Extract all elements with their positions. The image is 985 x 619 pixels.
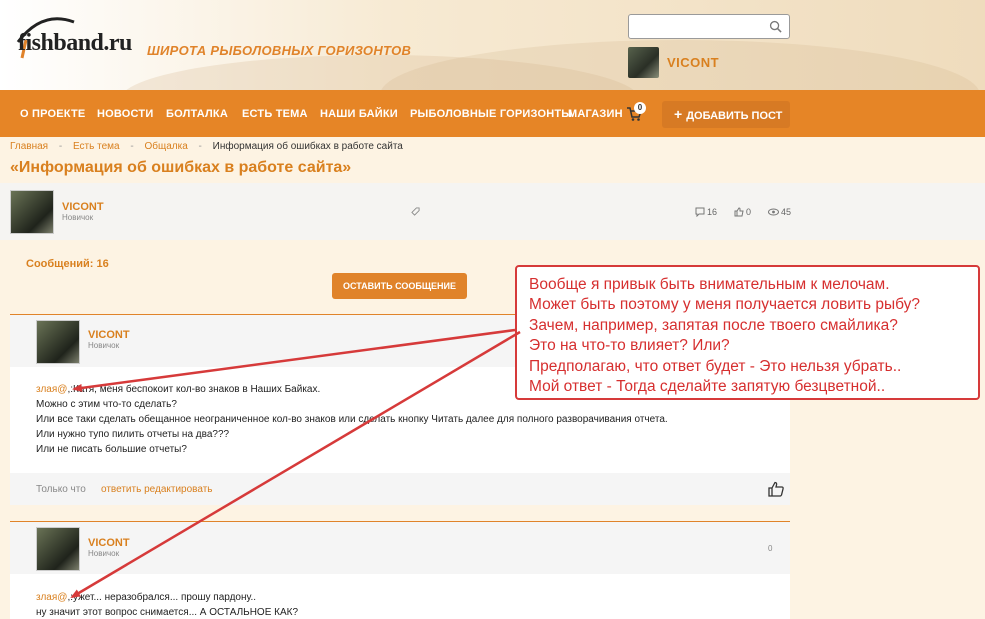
breadcrumb-chat[interactable]: Общалка (144, 141, 187, 152)
post-like-count: 0 (768, 544, 773, 553)
add-post-button[interactable]: + ДОБАВИТЬ ПОСТ (662, 101, 790, 128)
annotation-line: Может быть поэтому у меня получается лов… (529, 296, 921, 314)
messages-count: Сообщений: 16 (26, 258, 109, 270)
user-mention[interactable]: злая@ (36, 384, 67, 395)
nav-item-chat[interactable]: БОЛТАЛКА (166, 108, 228, 120)
post-author-avatar[interactable] (36, 527, 80, 571)
add-post-label: ДОБАВИТЬ ПОСТ (686, 110, 783, 122)
nav-item-news[interactable]: НОВОСТИ (97, 108, 153, 120)
search-icon[interactable] (769, 20, 782, 33)
user-mention[interactable]: злая@ (36, 592, 67, 603)
likes-count: 0 (746, 207, 752, 217)
breadcrumb-current: Информация об ошибках в работе сайта (212, 141, 403, 152)
topic-author-avatar[interactable] (10, 190, 54, 234)
thumbs-up-icon (734, 207, 744, 217)
main-nav: О ПРОЕКТЕ НОВОСТИ БОЛТАЛКА ЕСТЬ ТЕМА НАШ… (0, 90, 985, 137)
search-input[interactable] (628, 14, 790, 39)
post-author-role: Новичок (88, 549, 120, 558)
post-author-avatar[interactable] (36, 320, 80, 364)
breadcrumb-separator: - (130, 141, 134, 152)
annotation-line: Вообще я привык быть внимательным к мело… (529, 276, 890, 293)
post-author-role: Новичок (88, 341, 120, 350)
tag-icon[interactable] (411, 207, 420, 216)
topic-author-bar (0, 183, 985, 240)
post-author-name[interactable]: VICONT (88, 537, 130, 549)
page-title: «Информация об ошибках в работе сайта» (10, 159, 352, 176)
plus-icon: + (674, 106, 683, 122)
views-count: 45 (781, 207, 792, 217)
breadcrumb: Главная - Есть тема - Общалка - Информац… (10, 141, 411, 152)
nav-item-shop[interactable]: МАГАЗИН (568, 108, 623, 120)
comments-count: 16 (707, 207, 718, 217)
breadcrumb-home[interactable]: Главная (10, 141, 48, 152)
annotation-line: Это на что-то влияет? Или? (529, 337, 730, 355)
user-avatar[interactable] (628, 47, 659, 78)
post-line: Или все таки сделать обещанное неогранич… (36, 414, 668, 425)
eye-icon (768, 208, 779, 216)
breadcrumb-topic[interactable]: Есть тема (73, 141, 120, 152)
post-actions: ответить редактировать (101, 484, 213, 495)
nav-item-horizons[interactable]: РЫБОЛОВНЫЕ ГОРИЗОНТЫ (410, 108, 572, 120)
post-line: ну значит этот вопрос снимается... А ОСТ… (36, 607, 299, 618)
nav-item-topic[interactable]: ЕСТЬ ТЕМА (242, 108, 308, 120)
comment-icon (695, 207, 705, 218)
post-item: VICONT Новичок 0 злая@,:ужет... неразобр… (10, 521, 790, 619)
comments-stat: 16 (695, 207, 718, 218)
post-body: злая@,:ужет... неразобрался... прошу пар… (36, 590, 298, 619)
annotation-line: Зачем, например, запятая после твоего см… (529, 316, 898, 334)
reply-link[interactable]: ответить (101, 484, 141, 495)
post-line: Или нужно тупо пилить отчеты на два??? (36, 429, 230, 440)
post-author-name[interactable]: VICONT (88, 329, 130, 341)
post-line: злая@,:ужет... неразобрался... прошу пар… (36, 592, 257, 603)
likes-stat: 0 (734, 207, 751, 217)
site-tagline: ШИРОТА РЫБОЛОВНЫХ ГОРИЗОНТОВ (147, 43, 412, 58)
annotation-callout: Вообще я привык быть внимательным к мело… (515, 265, 980, 400)
cart-count-badge: 0 (634, 102, 646, 114)
post-time: Только что (36, 484, 86, 495)
thumbs-up-icon[interactable] (768, 481, 784, 497)
post-line: Или не писать большие отчеты? (36, 444, 187, 455)
logo-text[interactable]: fishband.ru (18, 30, 132, 57)
post-footer: Только что ответить редактировать (10, 473, 790, 505)
edit-link[interactable]: редактировать (144, 484, 212, 495)
breadcrumb-separator: - (198, 141, 202, 152)
annotation-line: Предполагаю, что ответ будет - Это нельз… (529, 357, 902, 375)
views-stat: 45 (768, 207, 791, 217)
breadcrumb-separator: - (58, 141, 63, 152)
nav-item-stories[interactable]: НАШИ БАЙКИ (320, 108, 398, 120)
nav-item-about[interactable]: О ПРОЕКТЕ (20, 108, 85, 120)
topic-author-role: Новичок (62, 213, 94, 222)
annotation-line: Мой ответ - Тогда сделайте запятую безцв… (529, 378, 886, 396)
site-header: fishband.ru ШИРОТА РЫБОЛОВНЫХ ГОРИЗОНТОВ (0, 0, 985, 90)
header-username[interactable]: VICONT (667, 55, 719, 70)
leave-message-button[interactable]: ОСТАВИТЬ СООБЩЕНИЕ (332, 273, 467, 299)
topic-author-name[interactable]: VICONT (62, 201, 104, 213)
